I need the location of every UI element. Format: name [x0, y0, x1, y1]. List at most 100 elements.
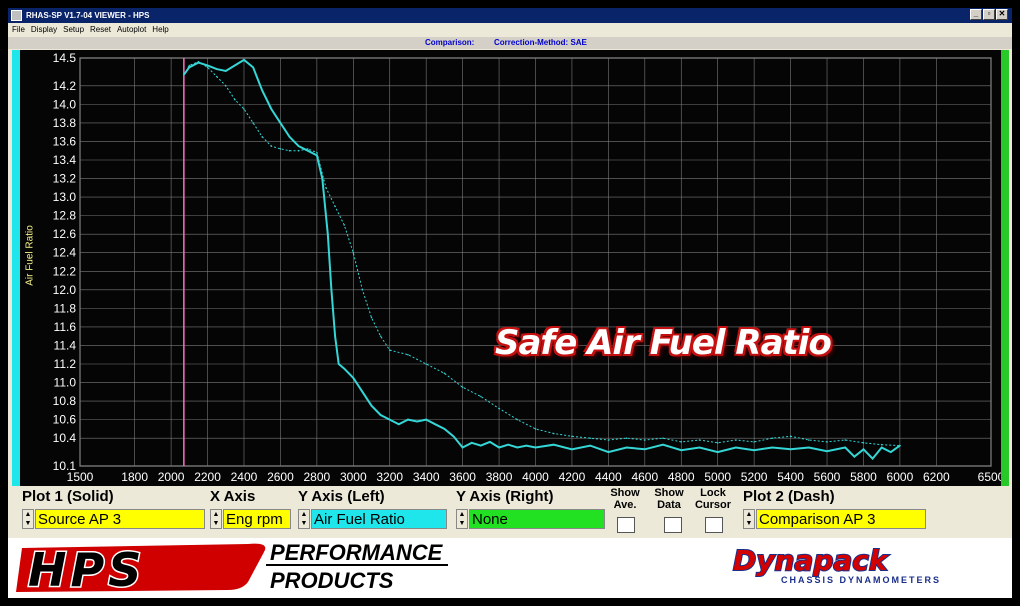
solid-data-point: [434, 423, 437, 426]
y-tick-label: 10.1: [53, 459, 77, 473]
x-tick-label: 5800: [850, 470, 877, 484]
restore-button[interactable]: ▫: [983, 9, 995, 20]
dash-data-point: [625, 437, 628, 439]
x-tick-label: 5200: [741, 470, 768, 484]
menu-file[interactable]: File: [12, 23, 25, 37]
show-data-label: Show Data: [650, 487, 688, 511]
dash-data-point: [325, 187, 327, 189]
show-ave-checkbox[interactable]: [617, 517, 635, 533]
y-tick-label: 13.2: [53, 172, 77, 186]
plot2-spinner[interactable]: ▲ ▼: [743, 509, 755, 529]
menu-help[interactable]: Help: [152, 23, 168, 37]
menu-display[interactable]: Display: [31, 23, 57, 37]
show-data-checkbox[interactable]: [664, 517, 682, 533]
menu-autoplot[interactable]: Autoplot: [117, 23, 146, 37]
y-tick-label: 12.2: [53, 264, 77, 278]
y-right-select[interactable]: None: [469, 509, 605, 529]
solid-data-point: [461, 446, 464, 449]
dash-data-point: [297, 149, 300, 152]
dash-data-point: [534, 428, 537, 430]
solid-data-point: [789, 448, 792, 451]
solid-data-point: [279, 122, 282, 124]
plot2-label: Plot 2 (Dash): [743, 488, 835, 505]
dash-data-point: [808, 439, 810, 441]
x-axis-select[interactable]: Eng rpm: [223, 509, 291, 529]
dash-data-point: [388, 349, 391, 351]
solid-data-point: [306, 149, 309, 152]
solid-data-point: [452, 435, 455, 438]
dash-data-point: [735, 439, 737, 441]
y-left-label: Y Axis (Left): [298, 488, 385, 505]
x-tick-label: 2800: [304, 470, 331, 484]
y-tick-label: 10.6: [53, 413, 77, 427]
show-ave-line2: Ave.: [613, 499, 637, 511]
dash-data-point: [279, 148, 282, 150]
solid-data-point: [889, 451, 892, 453]
x-tick-label: 2400: [231, 470, 258, 484]
x-tick-label: 3000: [340, 470, 367, 484]
minimize-button[interactable]: _: [970, 9, 982, 20]
dash-data-point: [899, 444, 901, 447]
y-tick-label: 13.0: [53, 190, 77, 204]
y-tick-label: 11.6: [54, 320, 77, 334]
plot1-select[interactable]: Source AP 3: [35, 509, 205, 529]
x-tick-label: 3600: [449, 470, 476, 484]
solid-data-point: [808, 446, 810, 449]
dash-data-point: [215, 75, 218, 78]
solid-data-point: [215, 68, 218, 70]
x-tick-label: 2000: [158, 470, 185, 484]
chart-area[interactable]: 1500 1800 2000 2200 2400 2600 2800 3000 3200 3400…: [20, 50, 1001, 486]
dynapack-logo-text: Dynapack: [733, 544, 890, 577]
dash-data-point: [361, 289, 364, 291]
title-bar: RHAS-SP V1.7-04 VIEWER - HPS _ ▫ ✕: [8, 8, 1012, 23]
x-tick-label: 3200: [376, 470, 403, 484]
dash-data-point: [789, 435, 792, 438]
x-tick-label: 5000: [704, 470, 731, 484]
y-tick-label: 10.8: [53, 394, 77, 408]
lock-cursor-checkbox[interactable]: [705, 517, 723, 533]
close-button[interactable]: ✕: [996, 9, 1008, 20]
x-tick-label: 4800: [668, 470, 695, 484]
dash-data-point: [224, 85, 227, 87]
x-axis-spinner[interactable]: ▲ ▼: [210, 509, 222, 529]
solid-data-point: [330, 289, 333, 291]
x-tick-label: 3800: [486, 470, 513, 484]
dash-data-point: [680, 441, 683, 443]
solid-data-point: [862, 448, 865, 451]
dash-data-point: [443, 372, 446, 375]
y-right-spinner[interactable]: ▲ ▼: [456, 509, 468, 529]
x-tick-label: 2600: [267, 470, 294, 484]
solid-data-point: [525, 444, 528, 447]
x-tick-label: 6200: [923, 470, 950, 484]
x-tick-label: 4200: [559, 470, 586, 484]
info-strip: Comparison: Correction-Method: SAE: [8, 37, 1012, 49]
solid-data-point: [224, 70, 227, 72]
x-tick-label: 4600: [631, 470, 658, 484]
dash-data-point: [206, 66, 209, 69]
plot1-spinner[interactable]: ▲ ▼: [22, 509, 34, 529]
dash-data-point: [270, 145, 273, 147]
solid-data-point: [552, 443, 555, 446]
menu-bar: File Display Setup Reset Autoplot Help: [8, 23, 1012, 37]
plot2-select[interactable]: Comparison AP 3: [756, 509, 926, 529]
series-line-dash: [183, 61, 900, 447]
y-tick-label: 14.2: [53, 79, 77, 93]
solid-data-point: [826, 450, 828, 452]
y-left-select[interactable]: Air Fuel Ratio: [311, 509, 447, 529]
left-axis-color-bar: [12, 50, 20, 486]
dash-data-point: [698, 439, 701, 441]
y-left-spinner[interactable]: ▲ ▼: [298, 509, 310, 529]
lock-cursor-label: Lock Cursor: [686, 487, 740, 511]
menu-setup[interactable]: Setup: [63, 23, 84, 37]
solid-data-point: [571, 448, 573, 451]
y-tick-label: 13.8: [53, 116, 77, 130]
y-tick-label: 12.8: [53, 209, 77, 223]
menu-reset[interactable]: Reset: [90, 23, 111, 37]
solid-data-point: [771, 446, 774, 449]
show-ave-line1: Show: [610, 487, 640, 499]
dyno-chart[interactable]: 1500 1800 2000 2200 2400 2600 2800 3000 3200 3400…: [20, 50, 1001, 486]
app-icon: [11, 10, 22, 21]
solid-data-point: [662, 443, 664, 446]
lock-cursor-line2: Cursor: [694, 499, 732, 511]
dash-data-point: [498, 407, 500, 410]
